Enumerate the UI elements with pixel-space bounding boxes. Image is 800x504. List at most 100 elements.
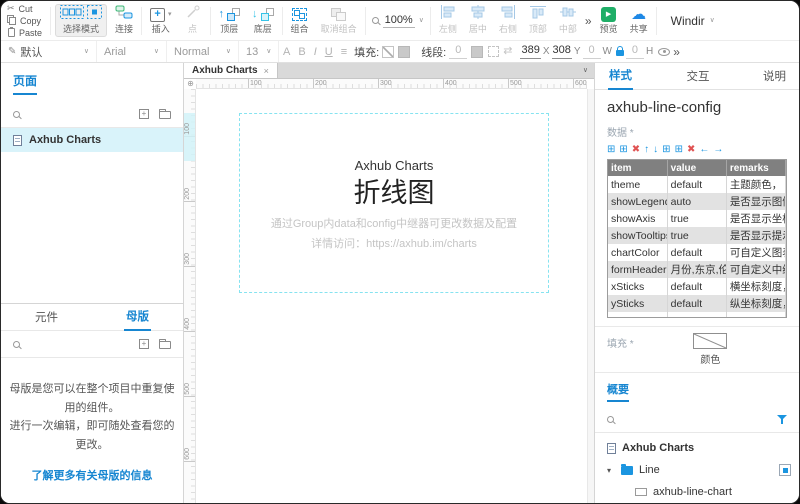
cell-remarks[interactable]: 横坐标刻度， <box>726 278 785 295</box>
cell-item[interactable]: showTooltips <box>608 227 667 244</box>
cut-button[interactable]: ✂ Cut <box>7 3 42 14</box>
group-button[interactable]: 组合 <box>287 5 313 36</box>
cell-value[interactable]: true <box>667 210 726 227</box>
config-table[interactable]: item value remarks themedefault主题颜色， sho… <box>607 159 787 318</box>
cell-item[interactable]: theme <box>608 176 667 193</box>
w-input[interactable]: 0 <box>583 44 601 58</box>
cell-item[interactable]: showLegend <box>608 193 667 210</box>
font-family-select[interactable]: Arial ∨ <box>97 41 167 62</box>
x-input[interactable]: 389 <box>520 44 540 58</box>
move-column-right-icon[interactable]: → <box>713 145 723 155</box>
cell-value[interactable]: auto <box>667 193 726 210</box>
cell-item[interactable]: xSticks <box>608 278 667 295</box>
preview-button[interactable]: ▶ 预览 <box>596 5 622 36</box>
move-row-down-icon[interactable]: ↓ <box>653 145 658 155</box>
tab-widgets[interactable]: 元件 <box>1 304 92 330</box>
axhub-charts-widget[interactable]: Axhub Charts 折线图 通过Group内data和config中继器可… <box>239 113 549 293</box>
visibility-eye-icon[interactable] <box>658 48 670 56</box>
masters-learn-more-link[interactable]: 了解更多有关母版的信息 <box>1 467 183 483</box>
tree-expand-caret-icon[interactable]: ▾ <box>607 466 615 475</box>
cell-item[interactable]: ySticks <box>608 295 667 312</box>
lock-ratio-icon[interactable] <box>616 50 624 56</box>
table-row[interactable] <box>608 312 786 318</box>
table-row[interactable]: chartColordefault可自定义图表 <box>608 244 786 261</box>
cell-remarks[interactable]: 可自定义图表 <box>726 244 785 261</box>
move-column-left-icon[interactable]: ← <box>699 145 709 155</box>
cell-value[interactable]: 月份,东京,伦敦 <box>667 261 726 278</box>
tree-item-axhub-line-chart[interactable]: axhub-line-chart <box>595 481 799 503</box>
cell-remarks[interactable]: 纵坐标刻度， <box>726 295 785 312</box>
filter-icon[interactable] <box>777 415 787 425</box>
add-folder-icon[interactable] <box>159 341 171 349</box>
send-to-back-button[interactable]: ↓ 底层 <box>248 5 278 36</box>
insert-row-above-icon[interactable]: ⊞ <box>607 145 615 155</box>
cell-value[interactable]: default <box>667 278 726 295</box>
selected-widget-name[interactable]: axhub-line-config <box>595 90 799 122</box>
line-style-button[interactable] <box>488 46 499 57</box>
table-row[interactable]: xSticksdefault横坐标刻度， <box>608 278 786 295</box>
search-icon[interactable] <box>607 416 614 423</box>
insert-button[interactable]: + ▾ 插入 <box>146 5 176 36</box>
connect-button[interactable]: 连接 <box>111 5 137 36</box>
canvas-scrollbar[interactable] <box>587 89 594 503</box>
table-row[interactable]: showTooltipstrue是否显示提示 <box>608 227 786 244</box>
h-input[interactable]: 0 <box>626 44 644 58</box>
line-color-swatch[interactable] <box>471 46 483 58</box>
cell-value[interactable]: true <box>667 227 726 244</box>
font-size-select[interactable]: 13 ∨ <box>239 41 279 62</box>
italic-button[interactable]: I <box>310 46 321 58</box>
table-row[interactable]: showAxistrue是否显示坐标 <box>608 210 786 227</box>
share-button[interactable]: ☁ 共享 <box>626 5 652 36</box>
delete-column-icon[interactable]: ✖ <box>687 145 695 155</box>
more-style-button[interactable]: » <box>673 46 680 58</box>
tab-list-chevron-icon[interactable]: ∨ <box>583 67 588 74</box>
tree-item-axhub-charts[interactable]: Axhub Charts <box>595 437 799 459</box>
select-mode-button[interactable]: 选择模式 <box>55 4 107 37</box>
table-row[interactable]: ySticksdefault纵坐标刻度， <box>608 295 786 312</box>
cell-remarks[interactable]: 是否显示图例 <box>726 193 785 210</box>
fill-color-swatch[interactable] <box>398 46 410 58</box>
style-preset-select[interactable]: ✎ 默认 ∨ <box>1 41 97 62</box>
cell-item[interactable]: showAxis <box>608 210 667 227</box>
fill-color-swatch[interactable] <box>693 333 727 349</box>
underline-button[interactable]: U <box>321 46 337 58</box>
cell-item[interactable]: formHeader <box>608 261 667 278</box>
paste-button[interactable]: Paste <box>7 27 42 38</box>
add-master-icon[interactable]: + <box>139 339 149 349</box>
font-weight-select[interactable]: Normal ∨ <box>167 41 239 62</box>
delete-row-icon[interactable]: ✖ <box>632 145 640 155</box>
more-tools-button[interactable]: » <box>585 15 592 27</box>
copy-button[interactable]: Copy <box>7 15 42 26</box>
list-button[interactable]: ≡ <box>337 46 351 58</box>
cell-item[interactable]: chartColor <box>608 244 667 261</box>
cell-remarks[interactable]: 是否显示提示 <box>726 227 785 244</box>
close-icon[interactable]: × <box>264 66 269 76</box>
insert-column-right-icon[interactable]: ⊞ <box>675 145 683 155</box>
bold-button[interactable]: B <box>294 46 309 58</box>
fill-none-swatch[interactable] <box>382 46 394 58</box>
cell-value[interactable]: default <box>667 244 726 261</box>
move-row-up-icon[interactable]: ↑ <box>644 145 649 155</box>
insert-row-below-icon[interactable]: ⊞ <box>619 145 627 155</box>
zoom-control[interactable]: 100% ∨ <box>370 13 426 28</box>
cell-remarks[interactable]: 可自定义中继 <box>726 261 785 278</box>
account-menu[interactable]: Windir ∨ <box>661 14 723 28</box>
add-page-icon[interactable]: + <box>139 109 149 119</box>
canvas-tab-axhub-charts[interactable]: Axhub Charts × <box>184 63 278 78</box>
table-row[interactable]: showLegendauto是否显示图例 <box>608 193 786 210</box>
line-weight-input[interactable]: 0 <box>449 44 467 58</box>
add-folder-icon[interactable] <box>159 111 171 119</box>
component-badge-icon[interactable] <box>779 464 791 476</box>
bring-to-front-button[interactable]: ↑ 顶层 <box>215 5 245 36</box>
tab-notes[interactable]: 说明 <box>763 63 786 89</box>
tab-masters[interactable]: 母版 <box>92 304 183 330</box>
y-input[interactable]: 308 <box>552 44 572 58</box>
table-row[interactable]: themedefault主题颜色， <box>608 176 786 193</box>
cell-remarks[interactable]: 是否显示坐标 <box>726 210 785 227</box>
tab-style[interactable]: 样式 <box>608 63 633 89</box>
cell-value[interactable]: default <box>667 295 726 312</box>
cell-value[interactable]: default <box>667 176 726 193</box>
page-item-axhub-charts[interactable]: Axhub Charts <box>1 128 183 152</box>
zoom-value[interactable]: 100% <box>383 13 415 28</box>
tree-item-line[interactable]: ▾ Line <box>595 459 799 481</box>
